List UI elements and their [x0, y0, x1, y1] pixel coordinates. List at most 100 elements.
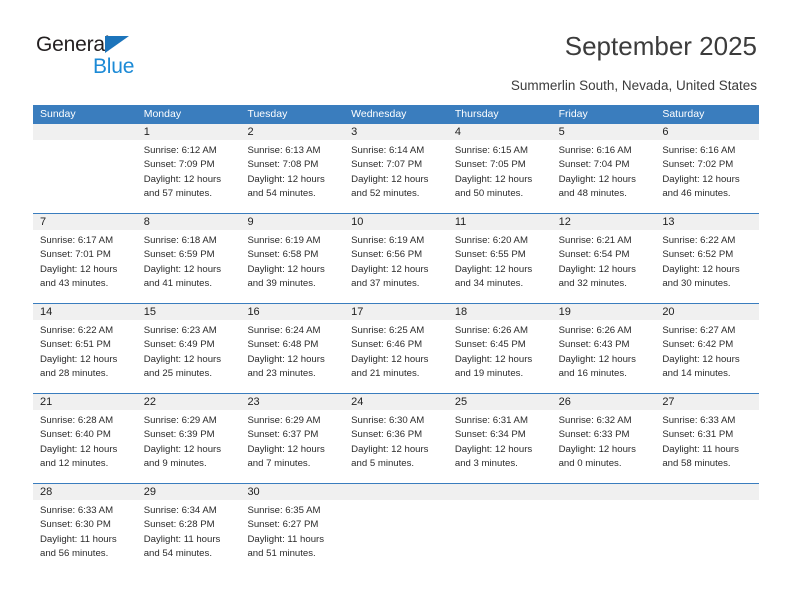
- sunrise-text: Sunrise: 6:32 AM: [558, 415, 632, 426]
- day-number[interactable]: 1: [137, 124, 241, 140]
- daylight-text-line2: and 32 minutes.: [558, 277, 627, 289]
- day-number[interactable]: 15: [137, 304, 241, 320]
- day-number[interactable]: 21: [33, 394, 137, 410]
- day-number[interactable]: 30: [240, 484, 344, 500]
- daylight-text-line2: and 52 minutes.: [351, 187, 420, 199]
- day-number[interactable]: 7: [33, 214, 137, 230]
- daylight-text-line1: Daylight: 11 hours: [247, 533, 325, 545]
- day-number[interactable]: 8: [137, 214, 241, 230]
- day-cell: Sunrise: 6:19 AM Sunset: 6:56 PM Daylight:…: [344, 234, 448, 303]
- sunset-text: Sunset: 6:45 PM: [454, 339, 526, 351]
- calendar-week-row: 1 2 3 4 5 6 Sunrise: 6:12 AM Sunset: 7:09 PM Day…: [33, 124, 759, 213]
- sunrise-text: Sunrise: 6:33 AM: [40, 505, 114, 516]
- day-number[interactable]: 22: [137, 394, 241, 410]
- day-number[interactable]: 16: [240, 304, 344, 320]
- sunrise-text: Sunrise: 6:22 AM: [662, 235, 736, 246]
- daylight-text-line1: Daylight: 12 hours: [40, 443, 118, 455]
- day-cell: Sunrise: 6:23 AM Sunset: 6:49 PM Daylight:…: [137, 324, 241, 393]
- sunrise-text: Sunrise: 6:19 AM: [247, 235, 321, 246]
- day-number[interactable]: 9: [240, 214, 344, 230]
- day-number[interactable]: 12: [552, 214, 656, 230]
- page-subtitle-location: Summerlin South, Nevada, United States: [510, 78, 757, 93]
- day-cell: Sunrise: 6:14 AM Sunset: 7:07 PM Daylight:…: [344, 144, 448, 213]
- sunset-text: Sunset: 6:54 PM: [558, 249, 630, 261]
- general-blue-logo[interactable]: General Blue: [36, 33, 236, 81]
- day-number[interactable]: 26: [552, 394, 656, 410]
- day-number[interactable]: 6: [655, 124, 759, 140]
- sunset-text: Sunset: 6:28 PM: [143, 519, 215, 531]
- sunset-text: Sunset: 7:05 PM: [454, 159, 526, 171]
- day-number[interactable]: 10: [344, 214, 448, 230]
- weekday-header-row: Sunday Monday Tuesday Wednesday Thursday Frid…: [33, 105, 759, 124]
- daylight-text-line1: Daylight: 12 hours: [558, 173, 636, 185]
- calendar-week-row: 7 8 9 10 11 12 13 Sunrise: 6:17 AM Sunset: 7:01 …: [33, 213, 759, 303]
- day-detail-band: Sunrise: 6:33 AM Sunset: 6:30 PM Daylight:…: [33, 500, 759, 573]
- daylight-text-line1: Daylight: 12 hours: [143, 443, 222, 455]
- day-number[interactable]: 25: [448, 394, 552, 410]
- daylight-text-line1: Daylight: 12 hours: [454, 353, 533, 365]
- daylight-text-line1: Daylight: 11 hours: [40, 533, 117, 545]
- daylight-text-line2: and 16 minutes.: [558, 367, 627, 379]
- calendar-week-row: 28 29 30 Sunrise: 6:33 AM Sunset: 6:30 PM Day…: [33, 483, 759, 573]
- daylight-text-line1: Daylight: 12 hours: [247, 353, 325, 365]
- sunset-text: Sunset: 7:07 PM: [351, 159, 423, 171]
- day-number-band: 14 15 16 17 18 19 20: [33, 304, 759, 320]
- day-number[interactable]: 27: [655, 394, 759, 410]
- logo-text-blue: Blue: [93, 55, 135, 78]
- sunrise-text: Sunrise: 6:30 AM: [351, 415, 425, 426]
- daylight-text-line2: and 56 minutes.: [40, 547, 109, 559]
- calendar-week-row: 14 15 16 17 18 19 20 Sunrise: 6:22 AM Sunset: 6:…: [33, 303, 759, 393]
- sunset-text: Sunset: 7:04 PM: [558, 159, 630, 171]
- daylight-text-line1: Daylight: 12 hours: [351, 173, 429, 185]
- sunrise-text: Sunrise: 6:26 AM: [558, 325, 632, 336]
- day-number[interactable]: 20: [655, 304, 759, 320]
- sunrise-text: Sunrise: 6:31 AM: [454, 415, 528, 426]
- daylight-text-line1: Daylight: 12 hours: [351, 353, 429, 365]
- daylight-text-line1: Daylight: 12 hours: [454, 173, 533, 185]
- sunset-text: Sunset: 6:46 PM: [351, 339, 423, 351]
- weekday-header-thursday: Thursday: [454, 108, 499, 120]
- day-cell: Sunrise: 6:33 AM Sunset: 6:31 PM Daylight:…: [655, 414, 759, 483]
- weekday-header-wednesday: Wednesday: [351, 108, 407, 120]
- sunrise-text: Sunrise: 6:24 AM: [247, 325, 321, 336]
- day-number[interactable]: 17: [344, 304, 448, 320]
- day-number[interactable]: 11: [448, 214, 552, 230]
- day-cell: Sunrise: 6:29 AM Sunset: 6:37 PM Daylight:…: [240, 414, 344, 483]
- page-header: General Blue September 2025 Summerlin So…: [0, 0, 792, 104]
- sunrise-text: Sunrise: 6:18 AM: [143, 235, 217, 246]
- day-number[interactable]: 24: [344, 394, 448, 410]
- daylight-text-line2: and 3 minutes.: [454, 457, 518, 469]
- calendar-grid: Sunday Monday Tuesday Wednesday Thursday Frid…: [33, 105, 759, 573]
- day-number[interactable]: 28: [33, 484, 137, 500]
- daylight-text-line1: Daylight: 12 hours: [247, 263, 325, 275]
- daylight-text-line2: and 34 minutes.: [454, 277, 524, 289]
- daylight-text-line1: Daylight: 11 hours: [143, 533, 221, 545]
- sunset-text: Sunset: 6:27 PM: [247, 519, 319, 531]
- day-number[interactable]: 4: [448, 124, 552, 140]
- sunset-text: Sunset: 6:58 PM: [247, 249, 319, 261]
- day-number[interactable]: 14: [33, 304, 137, 320]
- day-detail-band: Sunrise: 6:12 AM Sunset: 7:09 PM Daylight:…: [33, 140, 759, 213]
- daylight-text-line1: Daylight: 12 hours: [558, 443, 636, 455]
- sunset-text: Sunset: 6:49 PM: [143, 339, 215, 351]
- sunrise-text: Sunrise: 6:28 AM: [40, 415, 114, 426]
- sunrise-text: Sunrise: 6:25 AM: [351, 325, 425, 336]
- day-number[interactable]: 3: [344, 124, 448, 140]
- day-number[interactable]: 2: [240, 124, 344, 140]
- sunrise-text: Sunrise: 6:14 AM: [351, 145, 425, 156]
- sunset-text: Sunset: 6:42 PM: [662, 339, 734, 351]
- daylight-text-line2: and 54 minutes.: [247, 187, 316, 199]
- daylight-text-line1: Daylight: 12 hours: [662, 353, 740, 365]
- weekday-header-friday: Friday: [558, 108, 588, 120]
- day-number[interactable]: 29: [137, 484, 241, 500]
- daylight-text-line1: Daylight: 12 hours: [143, 353, 222, 365]
- day-number[interactable]: 19: [552, 304, 656, 320]
- day-number[interactable]: 23: [240, 394, 344, 410]
- sunrise-text: Sunrise: 6:29 AM: [143, 415, 217, 426]
- day-number[interactable]: 5: [552, 124, 656, 140]
- day-number[interactable]: 18: [448, 304, 552, 320]
- day-cell: Sunrise: 6:34 AM Sunset: 6:28 PM Daylight:…: [137, 504, 241, 573]
- daylight-text-line1: Daylight: 12 hours: [558, 263, 636, 275]
- daylight-text-line2: and 58 minutes.: [662, 457, 731, 469]
- day-number[interactable]: 13: [655, 214, 759, 230]
